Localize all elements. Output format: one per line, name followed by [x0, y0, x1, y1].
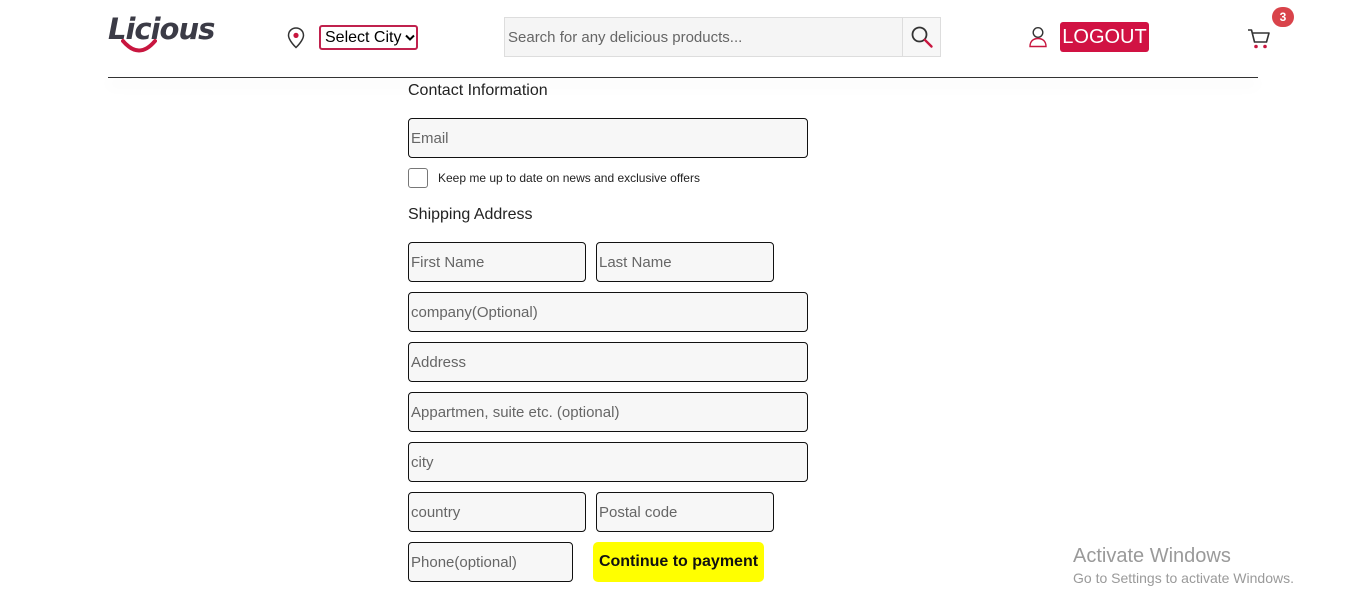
- address-field[interactable]: [408, 342, 808, 382]
- search-input[interactable]: [505, 18, 903, 56]
- user-icon[interactable]: [1028, 26, 1048, 48]
- search-bar: [504, 17, 941, 57]
- company-field[interactable]: [408, 292, 808, 332]
- city-field[interactable]: [408, 442, 808, 482]
- site-header: Licious Select City LOGOUT 3: [0, 0, 1352, 78]
- newsletter-checkbox-label: Keep me up to date on news and exclusive…: [438, 171, 700, 185]
- contact-information-heading: Contact Information: [408, 82, 548, 99]
- apartment-field[interactable]: [408, 392, 808, 432]
- country-field[interactable]: [408, 492, 586, 532]
- activate-windows-subtitle: Go to Settings to activate Windows.: [1073, 570, 1294, 586]
- header-divider: [108, 77, 1258, 78]
- phone-field[interactable]: [408, 542, 573, 582]
- activate-windows-watermark: Activate Windows Go to Settings to activ…: [1073, 545, 1294, 586]
- city-select[interactable]: Select City: [319, 25, 418, 50]
- cart-count-badge: 3: [1272, 7, 1294, 27]
- shipping-address-heading: Shipping Address: [408, 206, 533, 223]
- city-select-value: Select City: [325, 28, 402, 46]
- chevron-down-icon: [405, 34, 416, 41]
- email-field[interactable]: [408, 118, 808, 158]
- last-name-field[interactable]: [596, 242, 774, 282]
- postal-code-field[interactable]: [596, 492, 774, 532]
- activate-windows-title: Activate Windows: [1073, 545, 1231, 567]
- logout-button[interactable]: LOGOUT: [1060, 22, 1149, 52]
- continue-to-payment-button[interactable]: Continue to payment: [593, 542, 764, 582]
- first-name-field[interactable]: [408, 242, 586, 282]
- cart-icon[interactable]: [1247, 28, 1271, 50]
- logo-smile-icon: [121, 39, 157, 53]
- search-icon: [911, 26, 933, 48]
- search-button[interactable]: [902, 18, 940, 56]
- location-pin-icon[interactable]: [287, 27, 305, 49]
- newsletter-checkbox[interactable]: [408, 168, 428, 188]
